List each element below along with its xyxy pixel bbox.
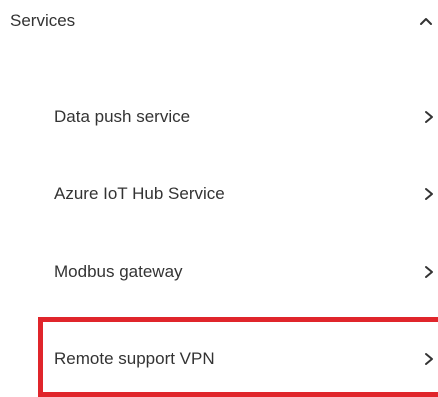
menu-item-remote-support-vpn[interactable]: Remote support VPN [0,335,438,383]
chevron-right-icon [423,187,435,201]
menu-item-azure-iot-hub-service[interactable]: Azure IoT Hub Service [0,170,438,218]
chevron-right-icon [423,265,435,279]
chevron-right-icon [423,352,435,366]
menu-item-modbus-gateway[interactable]: Modbus gateway [0,248,438,296]
menu-item-data-push-service[interactable]: Data push service [0,93,438,141]
services-section-header[interactable]: Services [0,0,438,48]
menu-item-label: Azure IoT Hub Service [54,184,225,203]
chevron-up-icon[interactable] [419,14,433,28]
section-title: Services [10,11,76,30]
menu-item-label: Modbus gateway [54,262,183,281]
chevron-right-icon [423,110,435,124]
menu-item-label: Data push service [54,107,191,126]
menu-item-label: Remote support VPN [54,349,215,368]
